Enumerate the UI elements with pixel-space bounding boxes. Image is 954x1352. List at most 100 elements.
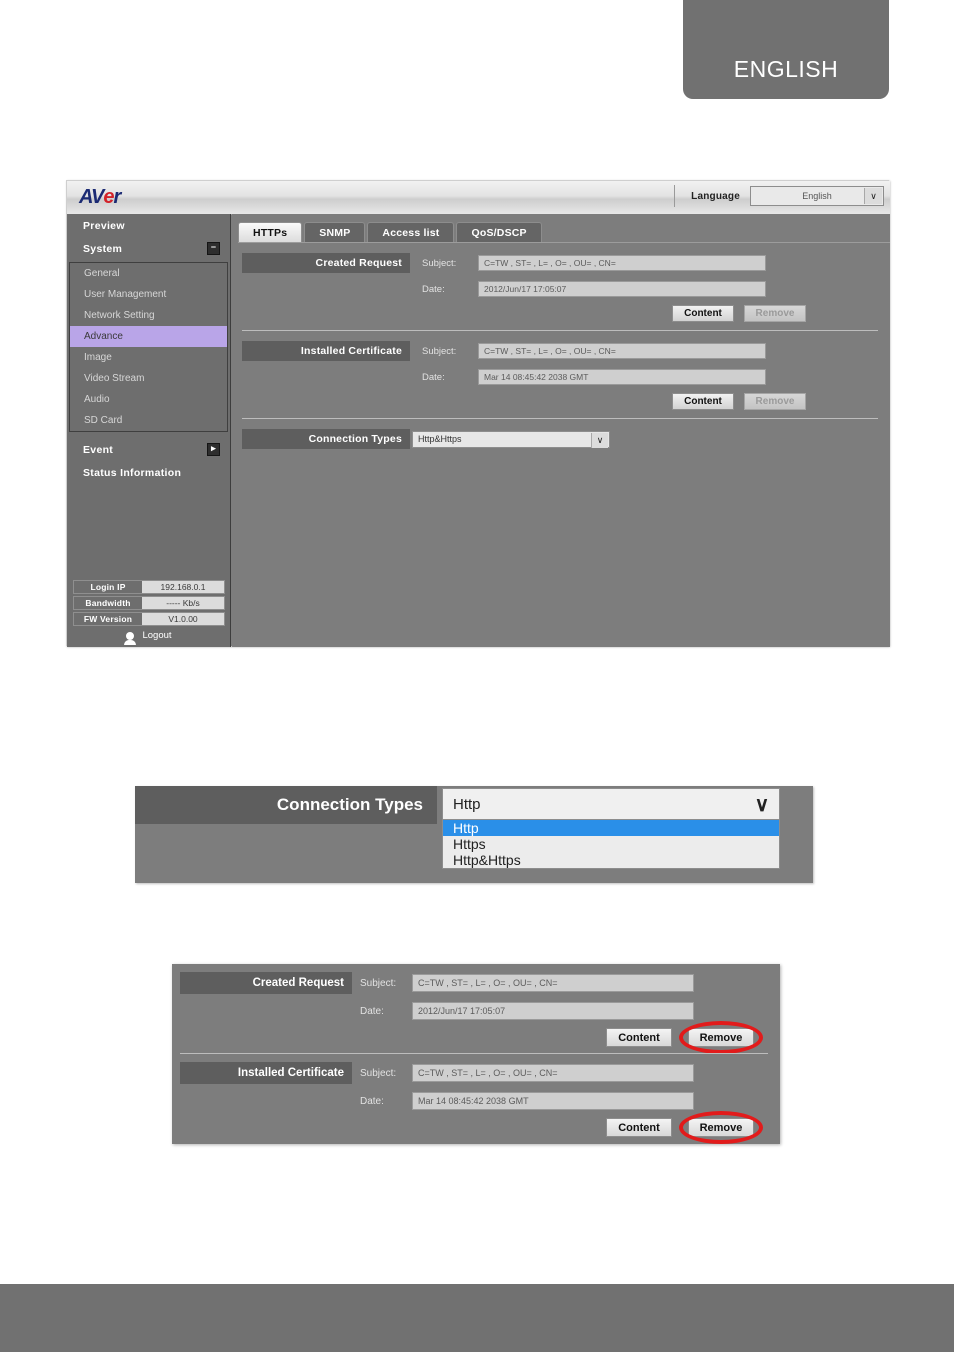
sidebar-item-system[interactable]: System −: [67, 237, 230, 260]
language-tab-label: ENGLISH: [733, 56, 839, 82]
installed-certificate-button-row: Content Remove: [242, 393, 878, 410]
sidebar-item-label: Status Information: [83, 466, 182, 479]
status-row-bandwidth: Bandwidth ----- Kb/s: [73, 596, 225, 610]
installed-certificate-content-button[interactable]: Content: [606, 1118, 672, 1137]
tab-snmp[interactable]: SNMP: [304, 222, 366, 242]
sidebar-item-event[interactable]: Event ▸: [67, 438, 230, 461]
tab-https[interactable]: HTTPs: [238, 222, 303, 242]
user-icon: [124, 631, 137, 645]
created-request-remove-button[interactable]: Remove: [688, 1028, 754, 1047]
installed-certificate-date-row: Date: Mar 14 08:45:42 2038 GMT: [242, 367, 878, 387]
subject-label: Subject:: [360, 977, 397, 989]
installed-certificate-subject-row: Installed Certificate Subject: C=TW , ST…: [242, 341, 878, 361]
date-label: Date:: [422, 371, 445, 383]
content-area: HTTPs SNMP Access list QoS/DSCP Created …: [232, 214, 890, 647]
installed-certificate-date-row: Date: Mar 14 08:45:42 2038 GMT: [180, 1090, 768, 1112]
tab-bar: HTTPs SNMP Access list QoS/DSCP: [238, 220, 890, 243]
connection-types-select[interactable]: Http&Https ∨: [412, 430, 610, 448]
created-request-remove-highlight: Remove: [679, 1021, 763, 1054]
sidebar-item-label: Video Stream: [84, 373, 145, 384]
sidebar-submenu-system: General User Management Network Setting …: [69, 262, 228, 432]
ui-header-bar: AV e r Language English ∨: [67, 181, 890, 215]
expand-plus-icon[interactable]: ▸: [207, 443, 220, 456]
language-tab-english[interactable]: ENGLISH: [683, 0, 889, 99]
collapse-minus-icon[interactable]: −: [207, 242, 220, 255]
connection-types-select-open[interactable]: Http ∨: [442, 788, 780, 820]
page-footer-bar: [0, 1284, 954, 1352]
sidebar-item-label: System: [83, 242, 123, 255]
sidebar-item-general[interactable]: General: [70, 263, 227, 284]
sidebar: Preview System − General User Management…: [67, 214, 231, 647]
logout-button[interactable]: Logout: [67, 630, 231, 645]
created-request-button-row: Content Remove: [180, 1021, 768, 1054]
status-row-fw-version: FW Version V1.0.00: [73, 612, 225, 626]
sidebar-item-label: Preview: [83, 219, 125, 232]
created-request-content-button[interactable]: Content: [606, 1028, 672, 1047]
sidebar-item-preview[interactable]: Preview: [67, 214, 230, 237]
sidebar-item-user-management[interactable]: User Management: [70, 284, 227, 305]
status-row-login-ip: Login IP 192.168.0.1: [73, 580, 225, 594]
installed-certificate-remove-button[interactable]: Remove: [688, 1118, 754, 1137]
tab-label: HTTPs: [253, 226, 288, 239]
created-request-subject-input[interactable]: C=TW , ST= , L= , O= , OU= , CN=: [478, 255, 766, 271]
camera-web-ui-screenshot: AV e r Language English ∨ Preview System −…: [66, 180, 890, 647]
subject-label: Subject:: [360, 1067, 397, 1079]
created-request-date-input[interactable]: 2012/Jun/17 17:05:07: [478, 281, 766, 297]
logo-text-av: AV: [79, 185, 104, 208]
sidebar-item-label: Advance: [84, 331, 123, 342]
status-key: FW Version: [74, 613, 142, 625]
installed-certificate-date-input[interactable]: Mar 14 08:45:42 2038 GMT: [412, 1092, 694, 1110]
created-request-subject-input[interactable]: C=TW , ST= , L= , O= , OU= , CN=: [412, 974, 694, 992]
status-block: Login IP 192.168.0.1 Bandwidth ----- Kb/…: [67, 578, 231, 645]
date-label: Date:: [422, 283, 445, 295]
sidebar-item-network-setting[interactable]: Network Setting: [70, 305, 227, 326]
status-value: ----- Kb/s: [166, 598, 200, 608]
status-value: 192.168.0.1: [160, 582, 206, 592]
tab-access-list[interactable]: Access list: [367, 222, 455, 242]
installed-certificate-content-button[interactable]: Content: [672, 393, 734, 410]
sidebar-item-audio[interactable]: Audio: [70, 389, 227, 410]
option-https[interactable]: Https: [443, 836, 779, 852]
installed-certificate-button-row: Content Remove: [180, 1111, 768, 1144]
sidebar-item-sd-card[interactable]: SD Card: [70, 410, 227, 431]
remove-buttons-figure: Created Request Subject: C=TW , ST= , L=…: [172, 964, 780, 1144]
chevron-down-icon[interactable]: ∨: [591, 432, 608, 448]
connection-types-dropdown-figure: Connection Types Http ∨ Http Https Http&…: [135, 786, 813, 883]
connection-types-label: Connection Types: [135, 786, 437, 824]
installed-certificate-subject-input[interactable]: C=TW , ST= , L= , O= , OU= , CN=: [412, 1064, 694, 1082]
installed-certificate-subject-input[interactable]: C=TW , ST= , L= , O= , OU= , CN=: [478, 343, 766, 359]
connection-types-option-list: Http Https Http&Https: [442, 820, 780, 869]
tab-qos-dscp[interactable]: QoS/DSCP: [456, 222, 542, 242]
tab-label: SNMP: [319, 226, 351, 239]
sidebar-item-video-stream[interactable]: Video Stream: [70, 368, 227, 389]
https-settings-panel: Created Request Subject: C=TW , ST= , L=…: [232, 243, 890, 457]
section-title: Installed Certificate: [180, 1062, 352, 1084]
sidebar-item-status-information[interactable]: Status Information: [67, 461, 230, 484]
created-request-content-button[interactable]: Content: [672, 305, 734, 322]
language-selector-group: Language English ∨: [674, 185, 884, 207]
subject-label: Subject:: [422, 345, 457, 357]
option-http-https[interactable]: Http&Https: [443, 852, 779, 868]
chevron-down-icon[interactable]: ∨: [864, 188, 882, 204]
language-select[interactable]: English ∨: [750, 186, 884, 206]
section-created-request: Created Request Subject: C=TW , ST= , L=…: [242, 253, 878, 330]
sidebar-item-label: General: [84, 268, 120, 279]
sidebar-item-image[interactable]: Image: [70, 347, 227, 368]
installed-certificate-date-input[interactable]: Mar 14 08:45:42 2038 GMT: [478, 369, 766, 385]
sidebar-item-label: Network Setting: [84, 310, 155, 321]
aver-logo: AV e r: [79, 186, 167, 208]
chevron-down-icon[interactable]: ∨: [747, 791, 777, 817]
created-request-date-input[interactable]: 2012/Jun/17 17:05:07: [412, 1002, 694, 1020]
created-request-date-row: Date: 2012/Jun/17 17:05:07: [180, 1000, 768, 1022]
sidebar-item-advance[interactable]: Advance: [70, 326, 227, 347]
created-request-date-row: Date: 2012/Jun/17 17:05:07: [242, 279, 878, 299]
installed-certificate-subject-row: Installed Certificate Subject: C=TW , ST…: [180, 1062, 768, 1084]
option-http[interactable]: Http: [443, 820, 779, 836]
created-request-subject-row: Created Request Subject: C=TW , ST= , L=…: [180, 972, 768, 994]
section-title: Installed Certificate: [242, 341, 410, 361]
date-label: Date:: [360, 1005, 384, 1017]
